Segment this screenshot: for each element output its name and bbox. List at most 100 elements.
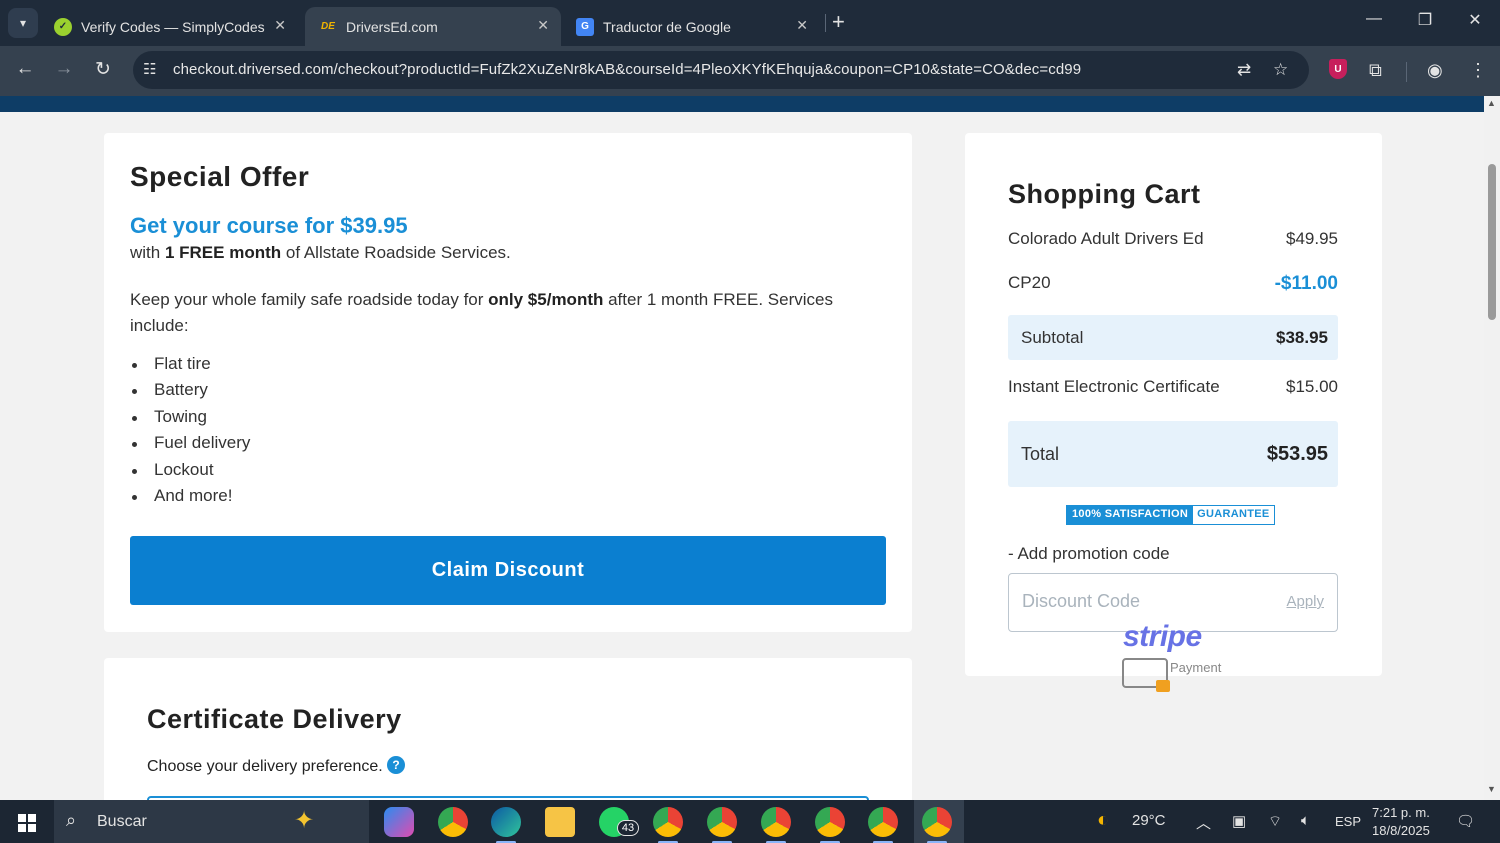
- address-bar[interactable]: ☷ checkout.driversed.com/checkout?produc…: [133, 51, 1309, 89]
- edge-app-icon[interactable]: [491, 807, 521, 843]
- meet-icon[interactable]: ▣: [1232, 812, 1246, 830]
- chrome-profile-g-icon[interactable]: [653, 807, 683, 843]
- ublock-extension-icon[interactable]: U: [1329, 59, 1347, 79]
- help-icon[interactable]: ?: [387, 756, 405, 774]
- page-scrollbar[interactable]: ▲ ▼: [1484, 96, 1500, 800]
- chrome-profile-active-icon[interactable]: [922, 807, 952, 843]
- certificate-subtitle: Choose your delivery preference.: [147, 758, 383, 775]
- certificate-title: Certificate Delivery: [147, 704, 402, 734]
- close-icon[interactable]: ✕: [274, 17, 286, 34]
- chrome-profile-c2-icon[interactable]: [761, 807, 791, 843]
- extensions-puzzle-icon[interactable]: ⧉: [1369, 60, 1382, 81]
- tab-google-translate[interactable]: G Traductor de Google ✕: [562, 7, 820, 46]
- close-icon[interactable]: ✕: [796, 17, 808, 34]
- restore-button[interactable]: ❐: [1405, 10, 1445, 30]
- offer-headline: Get your course for $39.95: [130, 213, 408, 238]
- cart-item: Colorado Adult Drivers Ed $49.95: [1008, 229, 1338, 249]
- forward-button[interactable]: →: [51, 58, 77, 80]
- browser-toolbar: ← → ↻ ☷ checkout.driversed.com/checkout?…: [0, 46, 1500, 96]
- subtotal-row: Subtotal $38.95: [1008, 315, 1338, 360]
- total-label: Total: [1021, 444, 1060, 464]
- translate-icon[interactable]: ⇄: [1237, 60, 1251, 80]
- list-item: Flat tire: [130, 351, 250, 377]
- subtotal-label: Subtotal: [1021, 328, 1084, 347]
- list-item: Lockout: [130, 457, 250, 483]
- reload-button[interactable]: ↻: [90, 58, 116, 81]
- minimize-button[interactable]: —: [1354, 10, 1394, 28]
- clock[interactable]: 7:21 p. m. 18/8/2025: [1372, 804, 1430, 840]
- header-band: [0, 96, 1484, 112]
- tab-title: DriversEd.com: [346, 18, 438, 35]
- scroll-thumb[interactable]: [1488, 164, 1496, 320]
- taskbar-search[interactable]: ⌕ Buscar ✦: [54, 800, 369, 843]
- discount-code-input[interactable]: [1022, 591, 1262, 612]
- cart-item-amount: $49.95: [1286, 229, 1338, 248]
- copilot-sparkle-icon: ✦: [294, 807, 315, 834]
- chrome-profile-c-icon[interactable]: [707, 807, 737, 843]
- stripe-logo: stripe: [1123, 620, 1202, 653]
- clock-time: 7:21 p. m.: [1372, 805, 1430, 820]
- list-item: Battery: [130, 377, 250, 403]
- cart-item-name: Colorado Adult Drivers Ed: [1008, 229, 1204, 248]
- windows-start-icon[interactable]: [18, 814, 36, 832]
- list-item: And more!: [130, 483, 250, 509]
- tab-simplycodes[interactable]: ✓ Verify Codes — SimplyCodes ✕: [40, 7, 298, 46]
- tab-divider: [825, 14, 826, 32]
- url-text[interactable]: checkout.driversed.com/checkout?productI…: [173, 61, 1081, 78]
- copilot-app-icon[interactable]: [384, 807, 414, 837]
- back-button[interactable]: ←: [12, 58, 38, 80]
- total-amount: $53.95: [1266, 443, 1328, 465]
- chrome-app-icon[interactable]: [438, 807, 468, 837]
- browser-tabstrip: ▾ ✓ Verify Codes — SimplyCodes ✕ DE Driv…: [0, 0, 1500, 46]
- clock-date: 18/8/2025: [1372, 823, 1430, 838]
- tab-search-button[interactable]: ▾: [8, 8, 38, 38]
- menu-kebab-icon[interactable]: ⋮: [1469, 60, 1487, 81]
- add-promotion-code-link[interactable]: - Add promotion code: [1008, 544, 1170, 564]
- chrome-profile-s-icon[interactable]: [868, 807, 898, 843]
- list-item: Fuel delivery: [130, 430, 250, 456]
- scroll-up-icon[interactable]: ▲: [1487, 98, 1496, 108]
- payment-label: Payment: [1170, 660, 1222, 675]
- chevron-up-icon[interactable]: ︿: [1196, 812, 1211, 833]
- new-tab-button[interactable]: +: [832, 9, 845, 35]
- shopping-cart-card: Shopping Cart Colorado Adult Drivers Ed …: [965, 133, 1382, 676]
- file-explorer-icon[interactable]: [545, 807, 575, 837]
- secure-card-icon: [1122, 658, 1170, 692]
- coupon-amount: -$11.00: [1274, 273, 1338, 294]
- cart-title: Shopping Cart: [1008, 179, 1201, 209]
- coupon-name: CP20: [1008, 273, 1051, 292]
- offer-subtitle: with 1 FREE month of Allstate Roadside S…: [130, 243, 511, 262]
- claim-discount-button[interactable]: Claim Discount: [130, 536, 886, 605]
- close-icon[interactable]: ✕: [537, 17, 549, 34]
- driversed-icon: DE: [321, 21, 335, 32]
- toolbar-divider: [1406, 62, 1407, 82]
- profile-icon[interactable]: ◉: [1427, 60, 1443, 81]
- satisfaction-guarantee-badge: 100% SATISFACTION GUARANTEE: [1066, 505, 1275, 525]
- close-window-button[interactable]: ✕: [1455, 10, 1495, 30]
- tab-title: Verify Codes — SimplyCodes: [81, 18, 265, 35]
- certificate-fee-label: Instant Electronic Certificate: [1008, 377, 1220, 396]
- chevron-down-icon: ▾: [19, 16, 27, 30]
- services-list: Flat tire Battery Towing Fuel delivery L…: [130, 351, 250, 509]
- language-indicator[interactable]: ESP: [1335, 814, 1361, 829]
- chrome-profile-p-icon[interactable]: [815, 807, 845, 843]
- tab-driversed[interactable]: DE DriversEd.com ✕: [305, 7, 561, 46]
- weather-icon[interactable]: ◐: [1097, 809, 1109, 832]
- subtotal-amount: $38.95: [1276, 328, 1328, 347]
- offer-title: Special Offer: [130, 161, 310, 192]
- special-offer-card: Special Offer Get your course for $39.95…: [104, 133, 912, 632]
- scroll-down-icon[interactable]: ▼: [1487, 784, 1496, 794]
- apply-button[interactable]: Apply: [1286, 593, 1324, 610]
- coupon-row: CP20 -$11.00: [1008, 273, 1338, 294]
- google-translate-icon: G: [576, 17, 594, 36]
- bookmark-star-icon[interactable]: ☆: [1273, 60, 1288, 80]
- wifi-icon[interactable]: ⌔: [1268, 812, 1282, 831]
- total-row: Total $53.95: [1008, 421, 1338, 487]
- certificate-fee-row: Instant Electronic Certificate $15.00: [1008, 377, 1338, 397]
- volume-icon[interactable]: 🔈︎: [1301, 812, 1310, 829]
- windows-taskbar: ⌕ Buscar ✦ ◐ 29°C ︿ ▣ ⌔ 🔈︎ ESP 7:21 p. m…: [0, 800, 1500, 843]
- notifications-icon[interactable]: 🗨︎: [1456, 812, 1475, 830]
- site-info-icon[interactable]: ☷: [143, 60, 156, 78]
- list-item: Towing: [130, 404, 250, 430]
- weather-temp[interactable]: 29°C: [1132, 812, 1166, 829]
